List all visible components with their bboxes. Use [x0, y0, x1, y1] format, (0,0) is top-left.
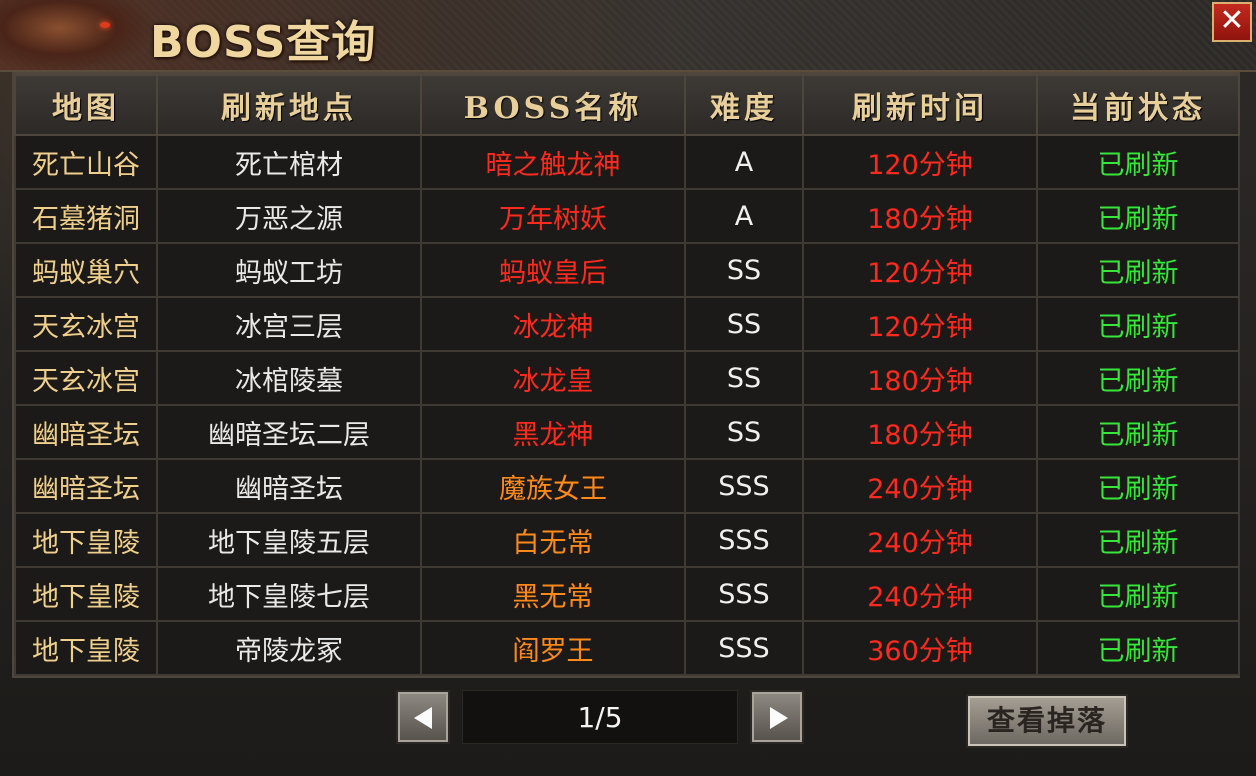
- cell-map: 幽暗圣坛: [14, 458, 158, 514]
- cell-refresh-time: 240分钟: [802, 458, 1038, 514]
- cell-status: 已刷新: [1036, 134, 1240, 190]
- dragon-emblem-icon: [0, 0, 150, 70]
- cell-map: 地下皇陵: [14, 620, 158, 676]
- cell-location: 地下皇陵七层: [156, 566, 422, 622]
- cell-difficulty: SSS: [684, 512, 804, 568]
- header-refresh-time: 刷新时间: [802, 74, 1038, 136]
- header-status: 当前状态: [1036, 74, 1240, 136]
- cell-location: 幽暗圣坛二层: [156, 404, 422, 460]
- cell-difficulty: SSS: [684, 458, 804, 514]
- cell-boss-name: 冰龙神: [420, 296, 686, 352]
- header-difficulty: 难度: [684, 74, 804, 136]
- cell-boss-name: 蚂蚁皇后: [420, 242, 686, 298]
- table-row[interactable]: 死亡山谷 死亡棺材 暗之触龙神 A 120分钟 已刷新: [14, 134, 1240, 190]
- cell-map: 蚂蚁巢穴: [14, 242, 158, 298]
- cell-map: 幽暗圣坛: [14, 404, 158, 460]
- cell-status: 已刷新: [1036, 458, 1240, 514]
- cell-difficulty: SS: [684, 350, 804, 406]
- cell-map: 地下皇陵: [14, 512, 158, 568]
- close-button[interactable]: ✕: [1212, 2, 1252, 42]
- cell-refresh-time: 240分钟: [802, 566, 1038, 622]
- boss-table: 地图 刷新地点 BOSS名称 难度 刷新时间 当前状态 死亡山谷 死亡棺材 暗之触龙…: [14, 74, 1240, 676]
- cell-difficulty: A: [684, 134, 804, 190]
- dragon-eye: [100, 22, 110, 28]
- cell-boss-name: 万年树妖: [420, 188, 686, 244]
- next-page-button[interactable]: [750, 690, 804, 744]
- table-body: 死亡山谷 死亡棺材 暗之触龙神 A 120分钟 已刷新 石墓猪洞 万恶之源 万年树妖 A 180分钟…: [14, 134, 1240, 676]
- arrow-left-icon: [414, 707, 432, 729]
- table-row[interactable]: 幽暗圣坛 幽暗圣坛二层 黑龙神 SS 180分钟 已刷新: [14, 404, 1240, 460]
- table-row[interactable]: 地下皇陵 地下皇陵五层 白无常 SSS 240分钟 已刷新: [14, 512, 1240, 568]
- cell-difficulty: SS: [684, 296, 804, 352]
- cell-difficulty: A: [684, 188, 804, 244]
- cell-map: 石墓猪洞: [14, 188, 158, 244]
- cell-boss-name: 魔族女王: [420, 458, 686, 514]
- cell-location: 冰棺陵墓: [156, 350, 422, 406]
- prev-page-button[interactable]: [396, 690, 450, 744]
- cell-status: 已刷新: [1036, 512, 1240, 568]
- cell-status: 已刷新: [1036, 566, 1240, 622]
- header-map: 地图: [14, 74, 158, 136]
- cell-refresh-time: 240分钟: [802, 512, 1038, 568]
- cell-boss-name: 黑龙神: [420, 404, 686, 460]
- table-row[interactable]: 幽暗圣坛 幽暗圣坛 魔族女王 SSS 240分钟 已刷新: [14, 458, 1240, 514]
- cell-difficulty: SSS: [684, 566, 804, 622]
- cell-refresh-time: 180分钟: [802, 188, 1038, 244]
- cell-map: 天玄冰宫: [14, 350, 158, 406]
- title-bar: BOSS查询: [0, 0, 1256, 72]
- cell-difficulty: SS: [684, 242, 804, 298]
- cell-status: 已刷新: [1036, 404, 1240, 460]
- cell-location: 幽暗圣坛: [156, 458, 422, 514]
- cell-difficulty: SSS: [684, 620, 804, 676]
- cell-status: 已刷新: [1036, 242, 1240, 298]
- table-row[interactable]: 蚂蚁巢穴 蚂蚁工坊 蚂蚁皇后 SS 120分钟 已刷新: [14, 242, 1240, 298]
- cell-boss-name: 黑无常: [420, 566, 686, 622]
- window-title: BOSS查询: [150, 17, 377, 68]
- table-row[interactable]: 天玄冰宫 冰宫三层 冰龙神 SS 120分钟 已刷新: [14, 296, 1240, 352]
- arrow-right-icon: [770, 707, 788, 729]
- view-drops-button[interactable]: 查看掉落: [966, 694, 1128, 748]
- boss-query-window: BOSS查询 ✕ 地图 刷新地点 BOSS名称 难度 刷新时间 当前状态 死亡山…: [0, 0, 1256, 776]
- table-row[interactable]: 地下皇陵 帝陵龙冢 阎罗王 SSS 360分钟 已刷新: [14, 620, 1240, 676]
- cell-refresh-time: 180分钟: [802, 404, 1038, 460]
- cell-location: 死亡棺材: [156, 134, 422, 190]
- table-row[interactable]: 石墓猪洞 万恶之源 万年树妖 A 180分钟 已刷新: [14, 188, 1240, 244]
- cell-location: 蚂蚁工坊: [156, 242, 422, 298]
- cell-difficulty: SS: [684, 404, 804, 460]
- cell-location: 帝陵龙冢: [156, 620, 422, 676]
- header-boss-name: BOSS名称: [420, 74, 686, 136]
- table-row[interactable]: 地下皇陵 地下皇陵七层 黑无常 SSS 240分钟 已刷新: [14, 566, 1240, 622]
- cell-status: 已刷新: [1036, 296, 1240, 352]
- header-location: 刷新地点: [156, 74, 422, 136]
- cell-location: 地下皇陵五层: [156, 512, 422, 568]
- table-row[interactable]: 天玄冰宫 冰棺陵墓 冰龙皇 SS 180分钟 已刷新: [14, 350, 1240, 406]
- cell-refresh-time: 120分钟: [802, 296, 1038, 352]
- cell-location: 冰宫三层: [156, 296, 422, 352]
- cell-location: 万恶之源: [156, 188, 422, 244]
- cell-refresh-time: 180分钟: [802, 350, 1038, 406]
- cell-status: 已刷新: [1036, 188, 1240, 244]
- table-footer: 1/5 查看掉落: [12, 678, 1240, 774]
- cell-map: 死亡山谷: [14, 134, 158, 190]
- cell-status: 已刷新: [1036, 350, 1240, 406]
- table-header-row: 地图 刷新地点 BOSS名称 难度 刷新时间 当前状态: [14, 74, 1240, 136]
- cell-status: 已刷新: [1036, 620, 1240, 676]
- cell-refresh-time: 120分钟: [802, 242, 1038, 298]
- cell-boss-name: 冰龙皇: [420, 350, 686, 406]
- cell-map: 地下皇陵: [14, 566, 158, 622]
- boss-table-frame: 地图 刷新地点 BOSS名称 难度 刷新时间 当前状态 死亡山谷 死亡棺材 暗之触龙…: [12, 72, 1240, 678]
- cell-map: 天玄冰宫: [14, 296, 158, 352]
- cell-boss-name: 白无常: [420, 512, 686, 568]
- cell-boss-name: 阎罗王: [420, 620, 686, 676]
- cell-refresh-time: 360分钟: [802, 620, 1038, 676]
- cell-boss-name: 暗之触龙神: [420, 134, 686, 190]
- cell-refresh-time: 120分钟: [802, 134, 1038, 190]
- page-indicator: 1/5: [462, 690, 738, 744]
